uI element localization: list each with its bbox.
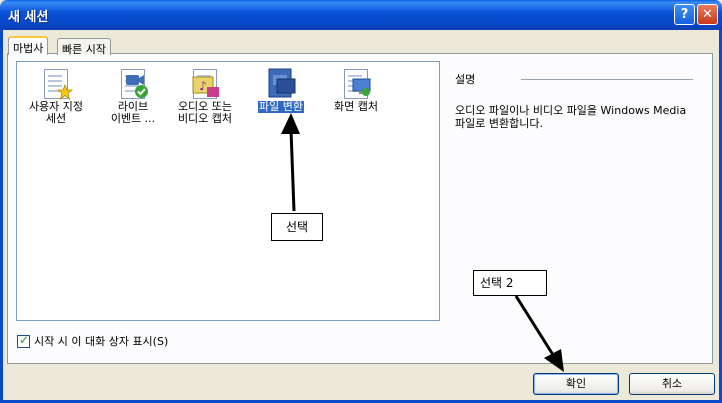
annotation-select-label: 선택 <box>271 213 323 241</box>
annotation-select2-label: 선택 2 <box>473 270 547 296</box>
annotation-arrows <box>281 113 564 372</box>
